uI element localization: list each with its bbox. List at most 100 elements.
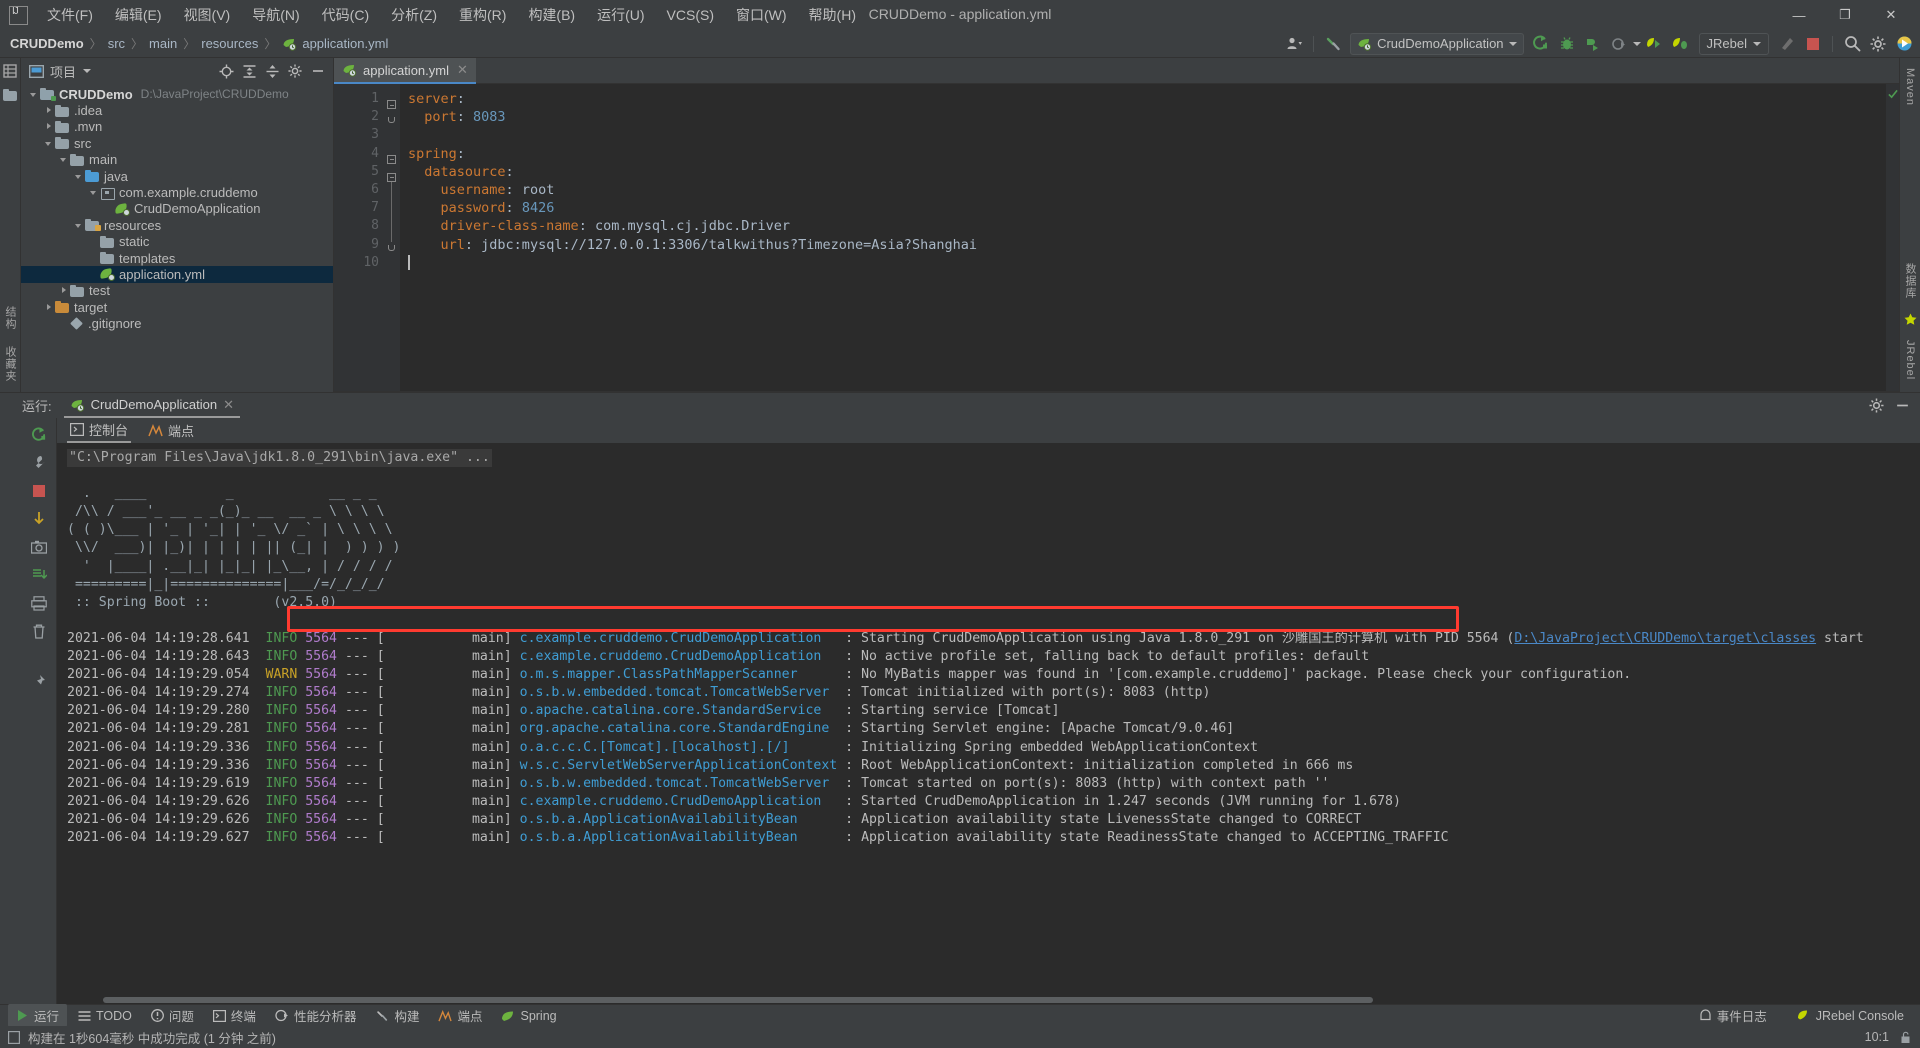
caret-position[interactable]: 10:1: [1865, 1030, 1889, 1044]
tree-node--idea[interactable]: .idea: [21, 102, 333, 118]
editor-inspection-strip[interactable]: [1885, 84, 1899, 392]
sidebar-label-jrebel[interactable]: JRebel: [1904, 336, 1916, 384]
fold-marker-datasource[interactable]: [387, 172, 396, 182]
tree-node-templates[interactable]: templates: [21, 250, 333, 266]
project-settings-gear-icon[interactable]: [285, 61, 305, 81]
console-output[interactable]: "C:\Program Files\Java\jdk1.8.0_291\bin\…: [57, 443, 1920, 1004]
menu-help[interactable]: 帮助(H): [798, 2, 867, 28]
run-settings-gear-icon[interactable]: [1866, 396, 1886, 416]
tree-node-application-yml[interactable]: application.yml: [21, 266, 333, 283]
chevron-right-icon[interactable]: [44, 105, 55, 116]
tree-node-java[interactable]: java: [21, 168, 333, 184]
tree-node-test[interactable]: test: [21, 283, 333, 299]
run-tab-cruddemoapplication[interactable]: CrudDemoApplication ✕: [63, 393, 240, 418]
fold-marker-spring[interactable]: [387, 154, 396, 164]
settings-gear-icon[interactable]: [1866, 33, 1890, 55]
sidebar-label-structure[interactable]: 结构: [2, 302, 18, 334]
chevron-right-icon[interactable]: [59, 285, 70, 296]
editor-fold-column[interactable]: [386, 84, 400, 392]
menu-refactor[interactable]: 重构(R): [448, 2, 517, 28]
run-button[interactable]: [1529, 33, 1553, 55]
print-icon[interactable]: [26, 591, 52, 615]
console-horizontal-scrollbar[interactable]: [57, 995, 1920, 1004]
expand-all-icon[interactable]: [239, 61, 259, 81]
editor-tab-application-yml[interactable]: application.yml ✕: [334, 58, 476, 84]
toolwin-spring[interactable]: Spring: [493, 1007, 564, 1025]
run-with-coverage-button[interactable]: [1581, 33, 1605, 55]
breadcrumb-item-3[interactable]: resources: [201, 36, 258, 51]
tree-node-cruddemoapplication[interactable]: CrudDemoApplication: [21, 201, 333, 217]
toolwin-endpoints[interactable]: 端点: [430, 1004, 490, 1027]
menu-window[interactable]: 窗口(W): [725, 2, 798, 28]
jrebel-debug-button[interactable]: [1669, 33, 1693, 55]
minimize-button[interactable]: —: [1776, 0, 1822, 30]
collapse-all-icon[interactable]: [262, 61, 282, 81]
chevron-down-icon[interactable]: [29, 89, 40, 100]
run-configuration-selector[interactable]: CrudDemoApplication: [1350, 32, 1524, 55]
wrench-icon[interactable]: [26, 451, 52, 475]
toolwin-problems[interactable]: 问题: [143, 1004, 202, 1027]
hide-run-window-icon[interactable]: [1892, 396, 1912, 416]
thread-dump-icon[interactable]: [26, 563, 52, 587]
sidebar-label-database[interactable]: 数据库: [1902, 259, 1918, 303]
user-account-icon[interactable]: [1282, 33, 1306, 55]
code-editor-content[interactable]: server: port: 8083 spring: datasource: us…: [400, 84, 1885, 392]
updates-icon[interactable]: [1892, 33, 1916, 55]
screenshot-camera-icon[interactable]: [26, 535, 52, 559]
structure-icon[interactable]: [2, 64, 18, 78]
toolwin-profiler[interactable]: 性能分析器: [267, 1004, 365, 1027]
project-chevron-down-icon[interactable]: [83, 69, 92, 73]
maximize-button[interactable]: ❐: [1822, 0, 1868, 30]
chevron-down-icon[interactable]: [59, 154, 70, 165]
scroll-down-icon[interactable]: [26, 507, 52, 531]
jrebel-console[interactable]: JRebel Console: [1789, 1007, 1912, 1025]
pin-icon[interactable]: [26, 669, 52, 693]
chevron-down-icon[interactable]: [74, 220, 85, 231]
chevron-down-icon[interactable]: [89, 187, 100, 198]
menu-analyze[interactable]: 分析(Z): [380, 2, 448, 28]
bookmark-star-icon[interactable]: [1904, 313, 1917, 326]
close-icon[interactable]: ✕: [223, 397, 234, 413]
profiler-chevron-icon[interactable]: [1632, 41, 1641, 46]
breadcrumb-item-4[interactable]: application.yml: [282, 36, 388, 51]
tree-node-resources[interactable]: resources: [21, 217, 333, 233]
favorites-folder-icon[interactable]: [2, 88, 18, 101]
scroll-from-source-icon[interactable]: [216, 61, 236, 81]
toolwin-terminal[interactable]: 终端: [205, 1004, 264, 1027]
tree-node-target[interactable]: target: [21, 299, 333, 315]
menu-code[interactable]: 代码(C): [311, 2, 380, 28]
tree-node-cruddemo[interactable]: CRUDDemo D:\JavaProject\CRUDDemo: [21, 86, 333, 102]
tree-node-com-example-cruddemo[interactable]: com.example.cruddemo: [21, 184, 333, 200]
tab-console[interactable]: 控制台: [67, 418, 132, 443]
stop-process-button[interactable]: [26, 479, 52, 503]
close-button[interactable]: ✕: [1868, 0, 1914, 30]
breadcrumb-item-1[interactable]: src: [108, 36, 125, 51]
tree-node-src[interactable]: src: [21, 135, 333, 151]
stop-button[interactable]: [1801, 33, 1825, 55]
sidebar-label-maven[interactable]: Maven: [1904, 64, 1916, 110]
menu-build[interactable]: 构建(B): [517, 2, 586, 28]
tree-node--gitignore[interactable]: .gitignore: [21, 315, 333, 331]
menu-view[interactable]: 视图(V): [173, 2, 242, 28]
profiler-button[interactable]: [1607, 33, 1631, 55]
tree-node-main[interactable]: main: [21, 152, 333, 168]
menu-edit[interactable]: 编辑(E): [104, 2, 173, 28]
jrebel-selector[interactable]: JRebel: [1698, 32, 1769, 55]
chevron-down-icon[interactable]: [74, 171, 85, 182]
close-icon[interactable]: ✕: [457, 62, 468, 78]
lock-icon[interactable]: [1899, 1031, 1912, 1044]
search-icon[interactable]: [1840, 33, 1864, 55]
toolwin-run[interactable]: 运行: [8, 1004, 68, 1027]
menu-vcs[interactable]: VCS(S): [656, 4, 725, 26]
debug-button[interactable]: [1555, 33, 1579, 55]
fold-marker-server[interactable]: [387, 100, 396, 109]
breadcrumb-item-2[interactable]: main: [149, 36, 177, 51]
menu-navigate[interactable]: 导航(N): [241, 2, 310, 28]
hide-panel-icon[interactable]: [308, 61, 328, 81]
tree-node--mvn[interactable]: .mvn: [21, 119, 333, 135]
jrebel-run-button[interactable]: [1643, 33, 1667, 55]
sidebar-label-favorites[interactable]: 收藏夹: [2, 342, 18, 386]
toolwin-todo[interactable]: TODO: [70, 1007, 140, 1025]
clear-all-trash-icon[interactable]: [26, 619, 52, 643]
attach-debugger-icon[interactable]: [1775, 33, 1799, 55]
